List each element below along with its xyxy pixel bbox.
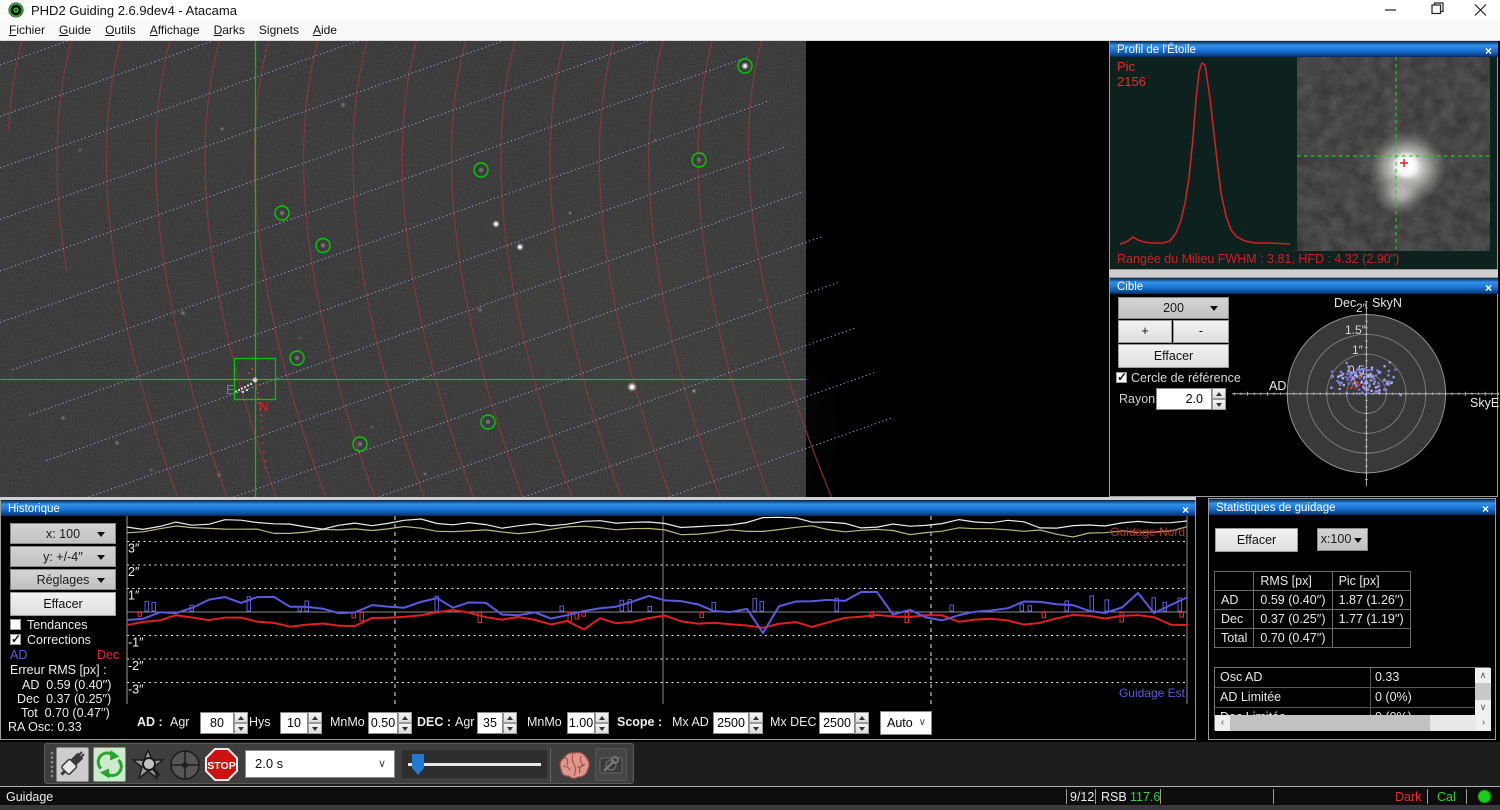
svg-text:1″: 1″ (1352, 343, 1364, 357)
svg-text:N: N (259, 399, 268, 414)
svg-text:-2″: -2″ (128, 659, 144, 673)
svg-text:STOP: STOP (207, 760, 235, 772)
svg-text:1.5″: 1.5″ (1345, 323, 1367, 337)
svg-text:E: E (226, 382, 235, 397)
svg-text:SkyE: SkyE (1470, 396, 1499, 410)
svg-text:2″: 2″ (128, 565, 140, 579)
svg-text:3″: 3″ (128, 542, 140, 556)
svg-text:SkyN: SkyN (1372, 296, 1402, 310)
svg-text:1″: 1″ (128, 589, 140, 603)
svg-text:Guidage Est: Guidage Est (1119, 686, 1186, 700)
svg-text:2″: 2″ (1356, 301, 1368, 315)
svg-text:Guidage Nord: Guidage Nord (1110, 525, 1185, 539)
svg-text:-3″: -3″ (128, 683, 144, 697)
svg-text:Dec: Dec (1334, 296, 1356, 310)
svg-text:-1″: -1″ (128, 636, 144, 650)
svg-text:AD: AD (1269, 379, 1286, 393)
